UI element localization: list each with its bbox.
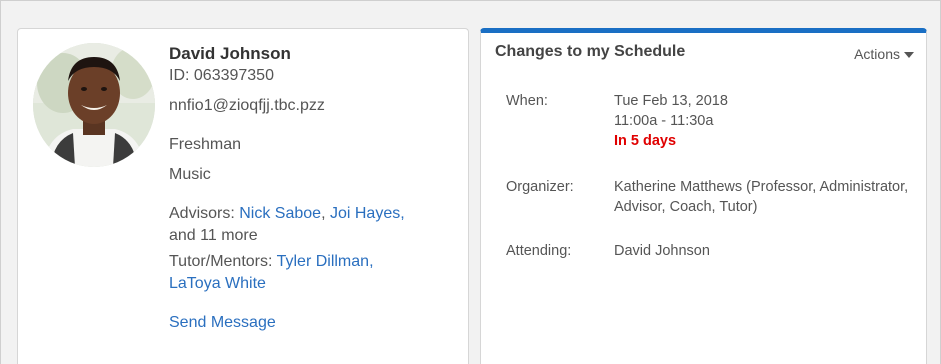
advisor-link-nick-saboe[interactable]: Nick Saboe (239, 205, 321, 222)
when-relative: In 5 days (614, 133, 677, 149)
tutors-label: Tutor/Mentors: (169, 253, 277, 270)
actions-label: Actions (854, 46, 900, 62)
organizer-label: Organizer: (506, 179, 574, 195)
organizer-value: Katherine Matthews (Professor, Administr… (614, 179, 909, 215)
avatar-photo (33, 43, 155, 167)
student-id: ID: 063397350 (169, 67, 274, 84)
schedule-card-title: Changes to my Schedule (495, 43, 686, 60)
student-major: Music (169, 166, 211, 183)
attending-value: David Johnson (614, 243, 710, 259)
advisors-more[interactable]: and 11 more (169, 225, 459, 247)
avatar (33, 43, 155, 167)
organizer-row: Organizer: Katherine Matthews (Professor… (506, 177, 926, 221)
advisor-separator: , (321, 205, 330, 222)
when-row: When: Tue Feb 13, 2018 11:00a - 11:30a I… (506, 91, 926, 155)
advisor-trailing-comma: , (400, 205, 405, 222)
tutor-link-tyler-dillman[interactable]: Tyler Dillman (277, 253, 369, 270)
tutor-trailing-comma: , (369, 253, 374, 270)
student-name: David Johnson (169, 44, 291, 63)
tutors-line: Tutor/Mentors: Tyler Dillman, (169, 251, 459, 273)
when-time: 11:00a - 11:30a (614, 113, 714, 129)
attending-label: Attending: (506, 243, 572, 259)
when-value: Tue Feb 13, 2018 11:00a - 11:30a In 5 da… (614, 91, 914, 151)
advisors-line: Advisors: Nick Saboe, Joi Hayes, (169, 203, 459, 225)
student-year: Freshman (169, 136, 242, 153)
attending-row: Attending: David Johnson (506, 241, 926, 263)
profile-info: David Johnson ID: 063397350 nnfio1@zioqf… (169, 43, 459, 334)
schedule-changes-card: Changes to my Schedule Actions When: Tue… (480, 28, 927, 364)
send-message-link[interactable]: Send Message (169, 312, 459, 334)
when-label: When: (506, 93, 548, 109)
when-date: Tue Feb 13, 2018 (614, 93, 728, 109)
advisors-label: Advisors: (169, 205, 240, 222)
student-profile-card: David Johnson ID: 063397350 nnfio1@zioqf… (17, 28, 469, 364)
tutor-link-latoya-white[interactable]: LaToya White (169, 273, 459, 295)
actions-dropdown[interactable]: Actions (854, 46, 914, 62)
student-email: nnfio1@zioqfjj.tbc.pzz (169, 97, 325, 114)
advisor-link-joi-hayes[interactable]: Joi Hayes (330, 205, 400, 222)
caret-down-icon (904, 52, 914, 58)
